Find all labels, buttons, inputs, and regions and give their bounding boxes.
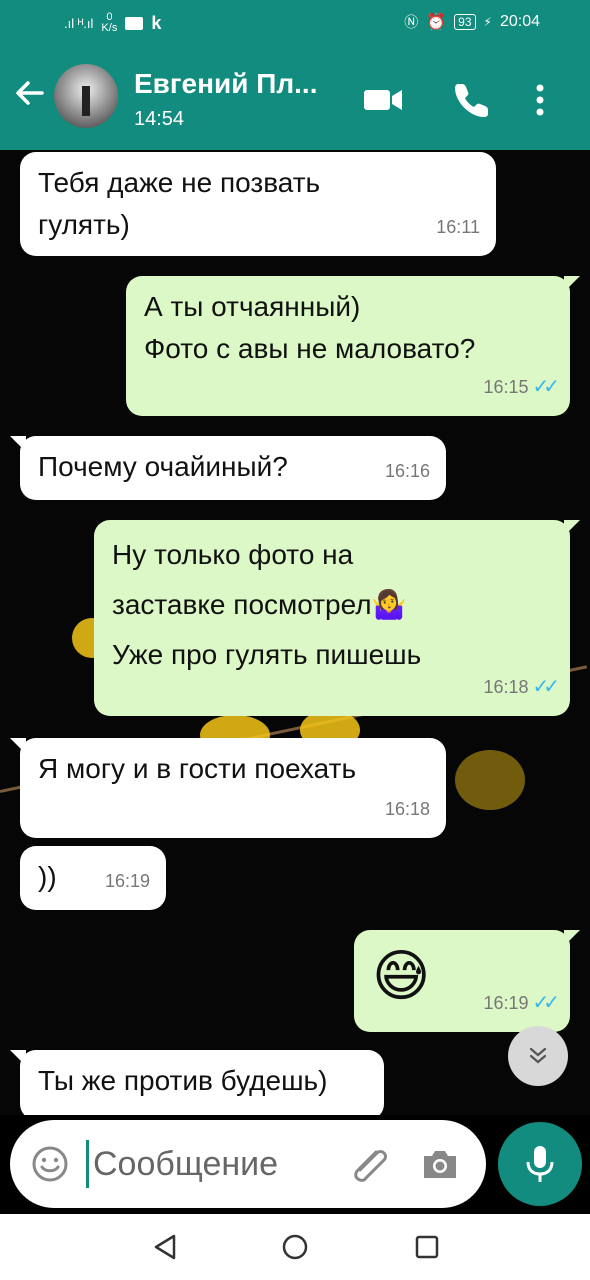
nav-home-icon[interactable]: [278, 1230, 312, 1264]
more-vertical-icon[interactable]: [530, 80, 570, 120]
alarm-icon: ⏰: [426, 14, 447, 31]
message-time: 16:16: [384, 461, 430, 481]
message-text: Тебя даже не позвать гулять): [38, 167, 321, 240]
k-indicator: k: [151, 12, 162, 33]
contact-name[interactable]: Евгений Пл...: [134, 68, 318, 100]
message-meta: 16:18: [385, 788, 430, 830]
emoji-icon[interactable]: [30, 1144, 70, 1189]
message-incoming[interactable]: Я могу и в гости поехать 16:18: [10, 738, 446, 838]
arrow-left-icon[interactable]: [12, 76, 48, 112]
chevron-double-down-icon: [529, 1047, 547, 1064]
message-meta: 16:19 ✓✓: [483, 982, 559, 1024]
message-time: 16:18: [483, 677, 529, 697]
network-speed: 0 K/s: [101, 12, 117, 34]
message-incoming[interactable]: )) 16:19: [20, 846, 166, 910]
message-meta: 16:11: [436, 206, 480, 248]
charging-icon: ⚡: [483, 15, 492, 29]
message-incoming[interactable]: Ты же против будешь): [10, 1050, 384, 1115]
system-nav-bar: [0, 1214, 590, 1280]
read-receipt-icon: ✓✓: [532, 992, 559, 1014]
message-outgoing[interactable]: А ты отчаянный) Фото с авы не маловато? …: [126, 276, 580, 416]
bubble-tail: [564, 930, 580, 946]
message-meta: 16:15 ✓✓: [483, 366, 559, 408]
bubble-tail: [10, 1050, 26, 1066]
camera-icon[interactable]: [418, 1144, 462, 1189]
paperclip-icon[interactable]: [346, 1144, 390, 1189]
message-text: Ты же против будешь): [38, 1065, 328, 1096]
bubble-tail: [10, 436, 26, 452]
nav-recents-icon[interactable]: [410, 1230, 444, 1264]
video-call-icon[interactable]: [362, 80, 402, 120]
signal-indicator: .ıl ᴴ.ıl: [64, 15, 94, 31]
message-outgoing[interactable]: Ну только фото на заставке посмотрел🤷‍♀️…: [94, 520, 580, 716]
message-time: 16:11: [436, 217, 480, 237]
chat-header: Евгений Пл... 14:54: [0, 46, 590, 150]
status-right: Ⓝ ⏰ 93 ⚡ 20:04: [404, 12, 540, 32]
message-composer: [10, 1120, 486, 1208]
nav-back-icon[interactable]: [148, 1230, 182, 1264]
status-left: .ıl ᴴ.ıl 0 K/s k: [64, 12, 161, 34]
message-meta: 16:16: [385, 450, 430, 492]
message-text: А ты отчаянный) Фото с авы не маловато?: [144, 291, 476, 364]
scroll-to-bottom-button[interactable]: [508, 1026, 568, 1086]
status-time: 20:04: [499, 13, 540, 30]
bubble-tail: [10, 738, 26, 754]
message-incoming[interactable]: Почему очайиный? 16:16: [10, 436, 446, 500]
message-time: 16:19: [104, 871, 150, 891]
message-text: Почему очайиный?: [38, 451, 288, 482]
read-receipt-icon: ✓✓: [532, 376, 559, 398]
message-input[interactable]: [86, 1140, 326, 1188]
microphone-icon: [526, 1146, 554, 1182]
network-speed-unit: K/s: [101, 22, 118, 34]
bubble-tail: [564, 520, 580, 536]
message-meta: 16:18 ✓✓: [483, 666, 559, 708]
message-outgoing[interactable]: 😅 16:19 ✓✓: [354, 930, 580, 1032]
message-text: Я могу и в гости поехать: [38, 753, 357, 784]
wallpaper-flower: [455, 750, 525, 810]
status-bar: .ıl ᴴ.ıl 0 K/s k Ⓝ ⏰ 93 ⚡ 20:04: [0, 0, 590, 46]
read-receipt-icon: ✓✓: [532, 676, 559, 698]
nfc-icon: Ⓝ: [404, 14, 419, 30]
avatar[interactable]: [54, 64, 118, 128]
phone-icon[interactable]: [452, 80, 492, 120]
message-meta: 16:19: [105, 860, 150, 902]
microphone-button[interactable]: [498, 1122, 582, 1206]
chat-area[interactable]: Тебя даже не позвать гулять) 16:11 А ты …: [0, 150, 590, 1115]
message-notification-icon: [125, 16, 144, 30]
message-incoming[interactable]: Тебя даже не позвать гулять) 16:11: [20, 152, 496, 256]
battery-indicator: 93: [454, 14, 476, 30]
message-time: 16:15: [483, 377, 529, 397]
message-time: 16:18: [384, 799, 430, 819]
message-text: Ну только фото на заставке посмотрел🤷‍♀️…: [112, 539, 422, 670]
message-time: 16:19: [483, 993, 529, 1013]
bubble-tail: [564, 276, 580, 292]
last-seen: 14:54: [134, 108, 185, 130]
